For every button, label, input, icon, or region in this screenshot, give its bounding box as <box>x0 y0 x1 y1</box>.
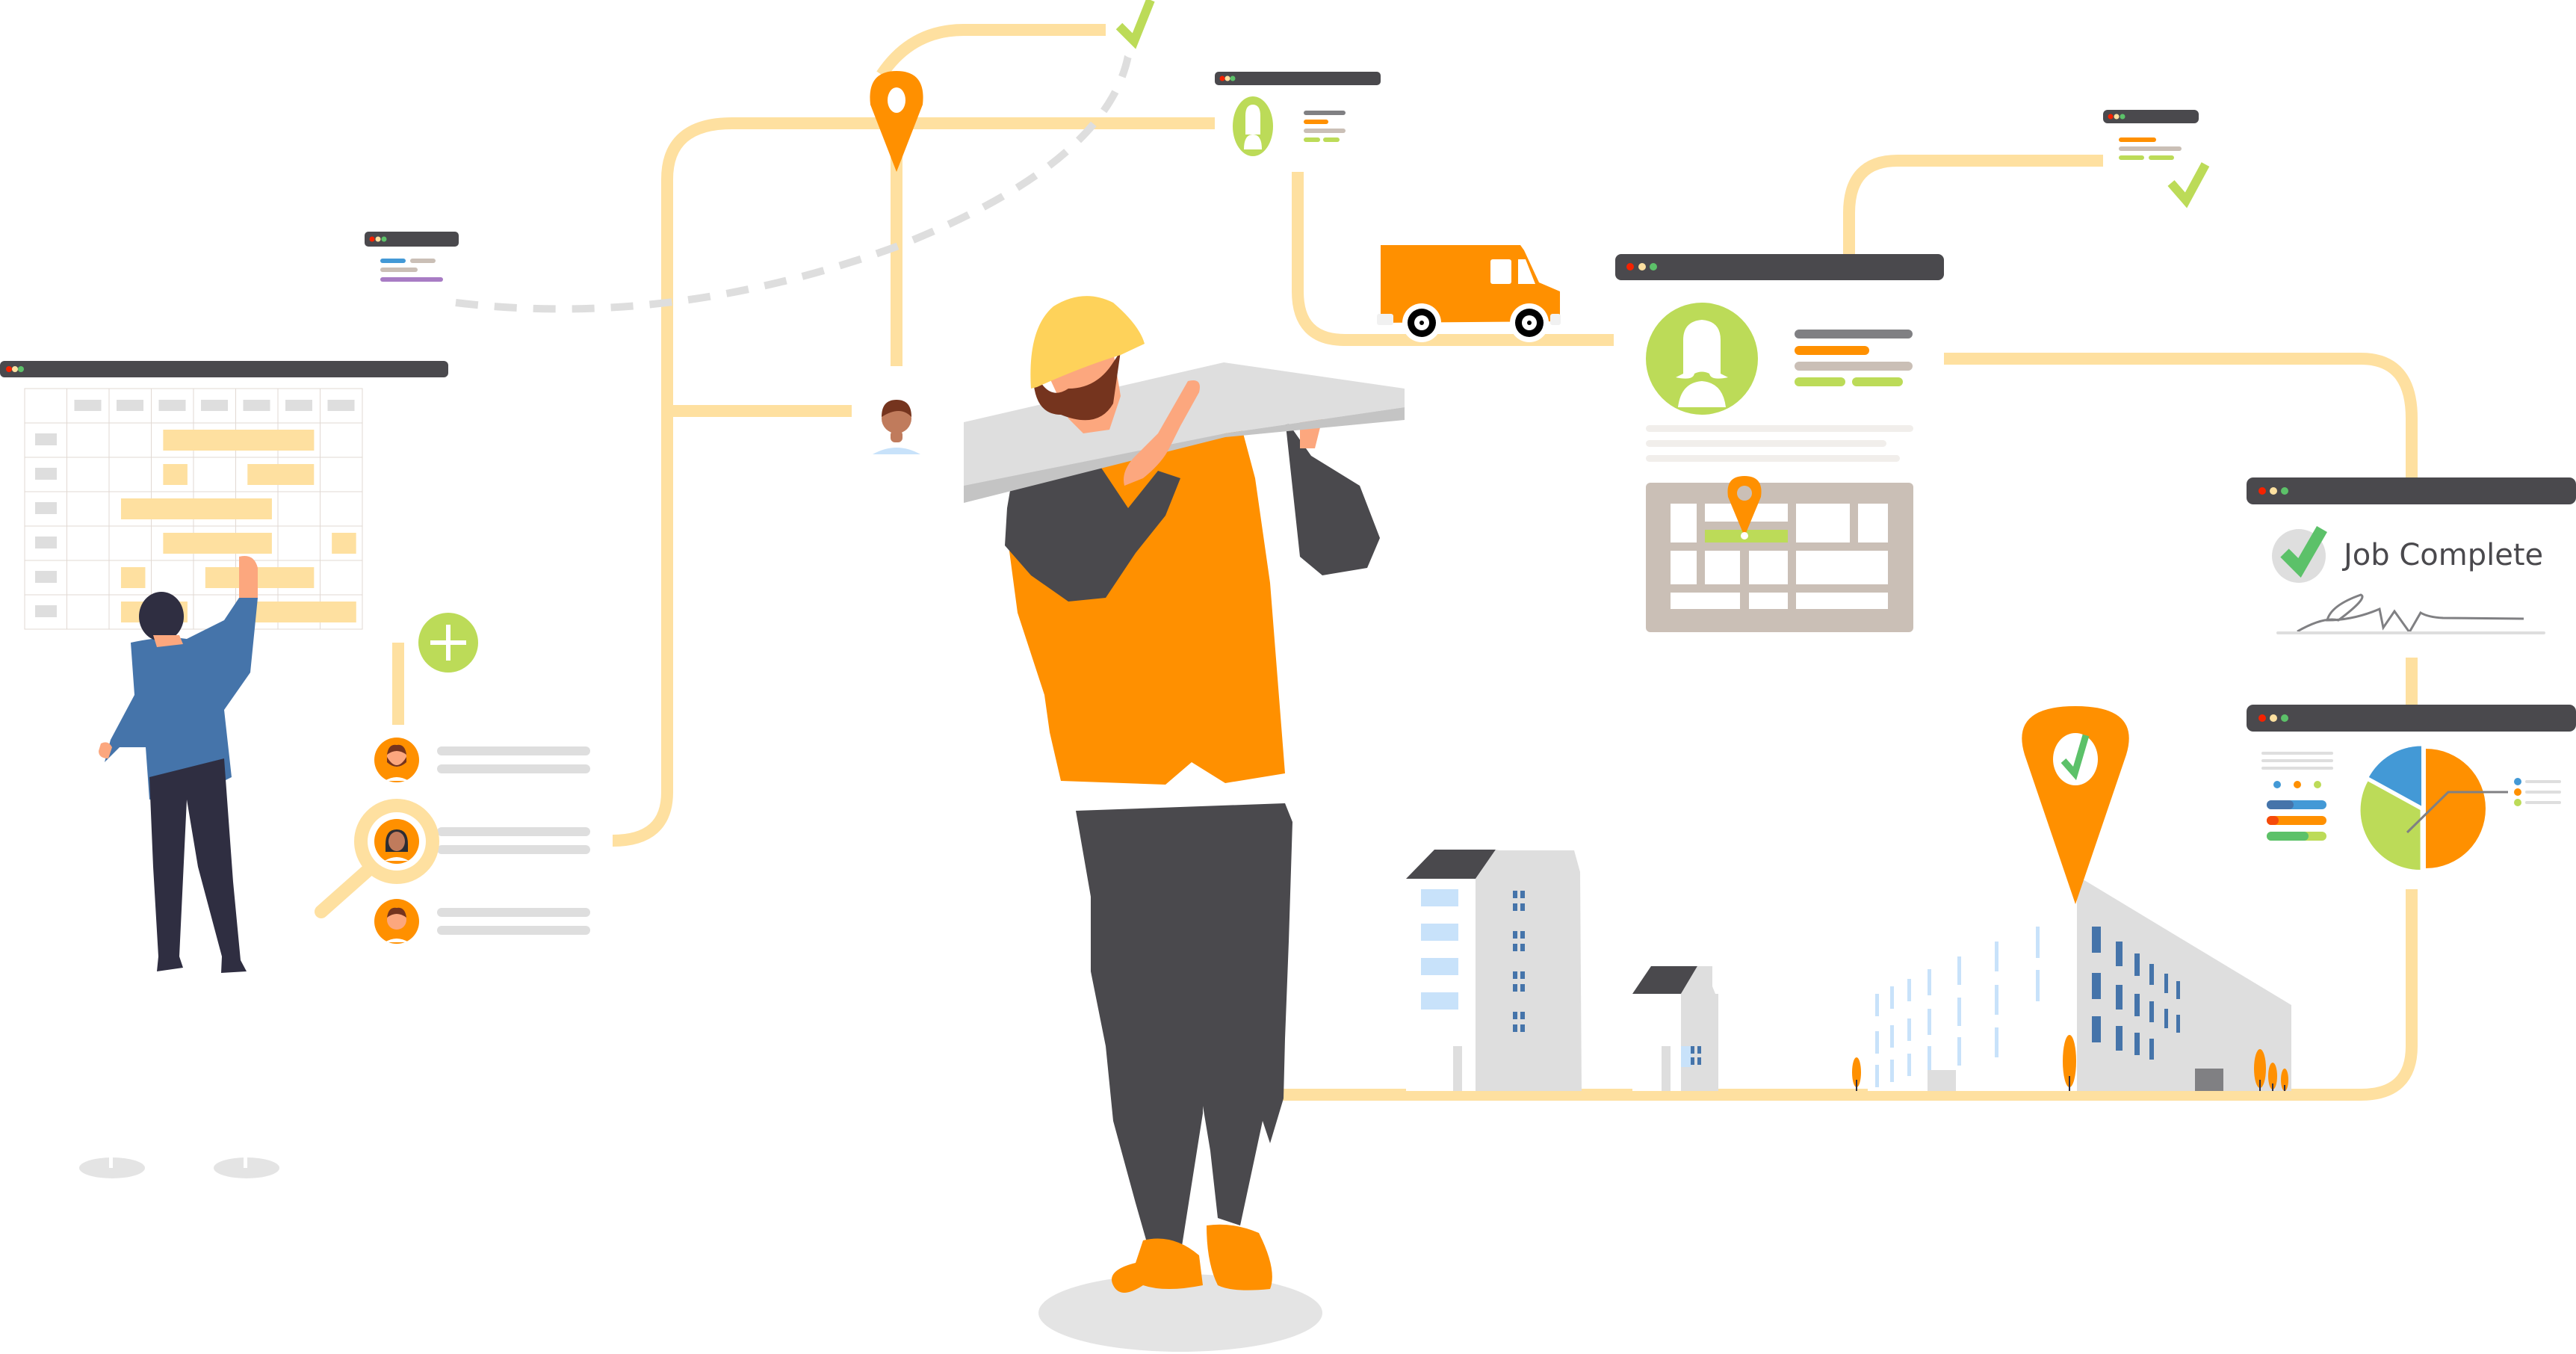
workflow-illustration: Job Complete <box>0 0 2576 1352</box>
location-pin-icon <box>870 71 923 172</box>
pie-legend <box>2514 778 2561 806</box>
schedule-day-header[interactable] <box>117 400 143 411</box>
schedule-booking[interactable] <box>163 533 272 554</box>
field-technician-worker <box>964 296 1405 1352</box>
schedule-day-header[interactable] <box>201 400 228 411</box>
legend-label-line <box>2525 801 2561 804</box>
customer-details-card[interactable] <box>1615 254 1944 650</box>
legend-swatch-green <box>2514 799 2521 806</box>
report-bar-fill <box>2267 832 2309 841</box>
check-circle-icon <box>2272 526 2327 583</box>
schedule-booking[interactable] <box>205 567 315 588</box>
legend-swatch-orange <box>2514 788 2521 796</box>
report-bar-fill <box>2267 800 2294 809</box>
technician-profile-card[interactable] <box>1215 72 1381 169</box>
schedule-booking[interactable] <box>120 567 146 588</box>
schedule-booking[interactable] <box>247 464 315 485</box>
schedule-row-label[interactable] <box>35 605 57 617</box>
window-maximize-dot[interactable] <box>18 366 24 372</box>
technician-list-item-selected[interactable] <box>315 799 590 918</box>
job-complete-label: Job Complete <box>2341 538 2543 572</box>
job-location-pin-icon <box>2022 706 2129 904</box>
schedule-booking[interactable] <box>247 602 356 622</box>
dashed-route <box>455 55 1132 313</box>
check-icon <box>2167 162 2210 208</box>
technician-list <box>315 738 590 944</box>
schedule-row-label[interactable] <box>35 571 57 583</box>
schedule-row-label[interactable] <box>35 502 57 514</box>
floor-markers <box>79 1157 279 1178</box>
list-item-line <box>437 746 590 755</box>
technician-list-item[interactable] <box>374 899 590 944</box>
report-bar-fill <box>2267 816 2279 825</box>
list-item-line <box>437 764 590 773</box>
window-minimize-dot[interactable] <box>12 366 18 372</box>
report-card[interactable] <box>2247 705 2576 885</box>
technician-list-item[interactable] <box>374 738 590 782</box>
schedule-day-header[interactable] <box>327 400 355 411</box>
schedule-day-header[interactable] <box>74 400 102 411</box>
schedule-day-header[interactable] <box>285 400 312 411</box>
check-icon <box>1115 0 1155 58</box>
schedule-grid <box>24 388 363 630</box>
schedule-window <box>0 361 448 630</box>
add-technician-button[interactable] <box>418 613 478 673</box>
schedule-row-label[interactable] <box>35 433 57 445</box>
route-path-card-to-complete <box>1942 353 2418 482</box>
legend-swatch-blue <box>2514 778 2521 785</box>
mini-confirmation-card[interactable] <box>2103 110 2210 208</box>
route-path-check-arc <box>876 24 1106 78</box>
mini-task-card[interactable] <box>365 232 459 282</box>
legend-label-line <box>2525 780 2561 783</box>
legend-label-line <box>2525 791 2561 794</box>
schedule-booking[interactable] <box>120 498 272 519</box>
route-path-card-to-check <box>1843 155 2103 258</box>
schedule-booking[interactable] <box>163 464 188 485</box>
schedule-titlebar <box>0 361 448 377</box>
city-buildings <box>1406 706 2291 1091</box>
service-van-icon <box>1377 245 1561 342</box>
schedule-row-label[interactable] <box>35 468 57 480</box>
schedule-booking[interactable] <box>332 533 356 554</box>
window-close-dot[interactable] <box>6 366 12 372</box>
technician-marker[interactable] <box>867 389 926 454</box>
job-complete-card[interactable]: Job Complete <box>2247 477 2576 654</box>
schedule-row-label[interactable] <box>35 537 57 548</box>
schedule-day-header[interactable] <box>158 400 186 411</box>
schedule-day-header[interactable] <box>243 400 270 411</box>
schedule-booking[interactable] <box>163 430 315 451</box>
report-bars <box>2267 800 2326 841</box>
customer-map[interactable] <box>1646 476 1913 632</box>
